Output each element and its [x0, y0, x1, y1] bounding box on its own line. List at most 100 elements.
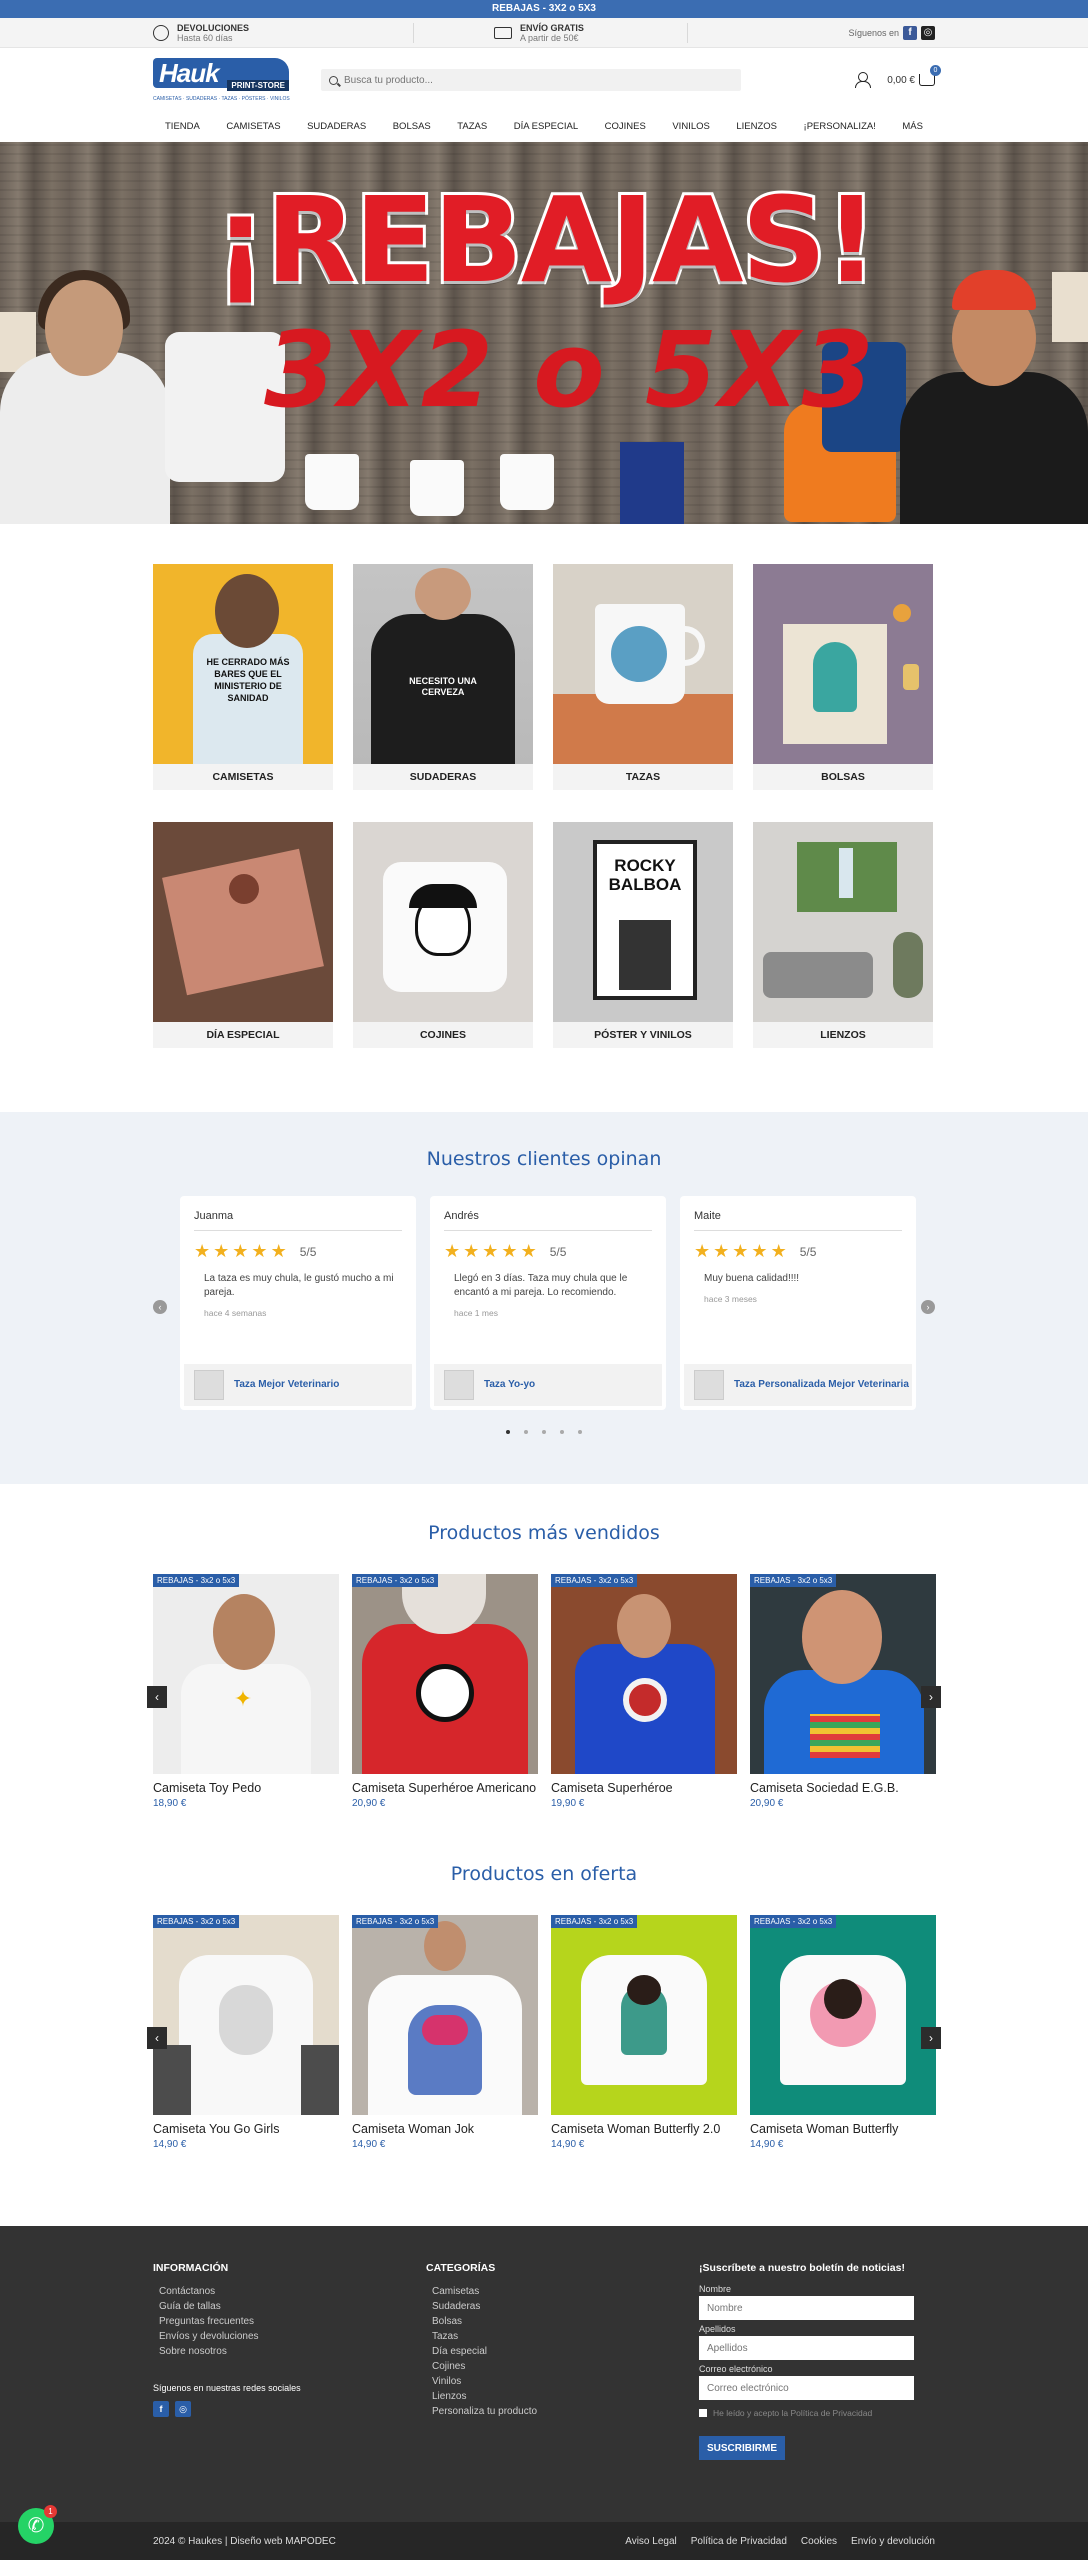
- category-card-dia-especial[interactable]: Día especial: [153, 822, 333, 1048]
- search-input[interactable]: [344, 74, 724, 86]
- footer-link[interactable]: Envíos y devoluciones: [153, 2329, 426, 2344]
- legal-link[interactable]: Cookies: [801, 2536, 837, 2547]
- legal-link[interactable]: Envío y devolución: [851, 2536, 935, 2547]
- hero-banner[interactable]: ¡REBAJAS! 3X2 o 5X3: [0, 142, 1088, 524]
- category-image: NECESITO UNA CERVEZA: [353, 564, 533, 764]
- product-image[interactable]: REBAJAS - 3x2 o 5x3: [551, 1915, 737, 2115]
- search-icon[interactable]: [329, 75, 338, 85]
- name-field[interactable]: [699, 2296, 914, 2320]
- nav-item-dia-especial[interactable]: Día especial: [514, 112, 578, 142]
- category-card-cojines[interactable]: Cojines: [353, 822, 533, 1048]
- product-name[interactable]: Camiseta Woman Butterfly 2.0: [551, 2123, 737, 2136]
- carousel-prev-button[interactable]: ‹: [147, 1686, 167, 1708]
- product-image[interactable]: REBAJAS - 3x2 o 5x3: [153, 1915, 339, 2115]
- truck-icon: [494, 27, 512, 39]
- nav-item-bolsas[interactable]: Bolsas: [393, 112, 431, 142]
- carousel-dot[interactable]: [578, 1430, 582, 1434]
- nav-item-personaliza[interactable]: ¡Personaliza!: [804, 112, 876, 142]
- footer-link[interactable]: Día especial: [426, 2344, 699, 2359]
- carousel-next-button[interactable]: ›: [921, 1686, 941, 1708]
- footer-link[interactable]: Cojines: [426, 2359, 699, 2374]
- footer-link[interactable]: Personaliza tu producto: [426, 2404, 699, 2419]
- footer-link[interactable]: Tazas: [426, 2329, 699, 2344]
- footer-link[interactable]: Sobre nosotros: [153, 2344, 426, 2359]
- product-name[interactable]: Camiseta Toy Pedo: [153, 1782, 339, 1795]
- product-card[interactable]: REBAJAS - 3x2 o 5x3 Camiseta Superhéroe …: [352, 1574, 538, 1809]
- product-image[interactable]: REBAJAS - 3x2 o 5x3: [352, 1915, 538, 2115]
- product-name[interactable]: Camiseta Superhéroe Americano: [352, 1782, 538, 1795]
- search-bar[interactable]: [321, 69, 741, 91]
- product-card[interactable]: REBAJAS - 3x2 o 5x3 Camiseta Woman Butte…: [551, 1915, 737, 2150]
- whatsapp-icon[interactable]: ✆: [28, 2515, 45, 2537]
- review-product[interactable]: Taza Personalizada Mejor Veterinaria: [684, 1364, 912, 1406]
- footer-link[interactable]: Bolsas: [426, 2314, 699, 2329]
- product-image[interactable]: REBAJAS - 3x2 o 5x3 ✦: [153, 1574, 339, 1774]
- product-card[interactable]: REBAJAS - 3x2 o 5x3 Camiseta Woman Butte…: [750, 1915, 936, 2150]
- product-name[interactable]: Camiseta You Go Girls: [153, 2123, 339, 2136]
- footer-link[interactable]: Contáctanos: [153, 2284, 426, 2299]
- category-card-bolsas[interactable]: Bolsas: [753, 564, 933, 790]
- nav-item-tazas[interactable]: Tazas: [457, 112, 487, 142]
- footer-link[interactable]: Camisetas: [426, 2284, 699, 2299]
- nav-item-vinilos[interactable]: Vinilos: [672, 112, 710, 142]
- facebook-icon[interactable]: f: [153, 2401, 169, 2417]
- footer-link[interactable]: Lienzos: [426, 2389, 699, 2404]
- carousel-next-button[interactable]: ›: [921, 2027, 941, 2049]
- subscribe-button[interactable]: SUSCRIBIRME: [699, 2436, 785, 2460]
- carousel-dot[interactable]: [506, 1430, 510, 1434]
- product-card[interactable]: REBAJAS - 3x2 o 5x3 Camiseta Woman Jok 1…: [352, 1915, 538, 2150]
- review-product-name[interactable]: Taza Mejor Veterinario: [234, 1379, 339, 1391]
- nav-item-cojines[interactable]: Cojines: [605, 112, 646, 142]
- carousel-prev-button[interactable]: ‹: [147, 2027, 167, 2049]
- reviews-next-arrow-icon[interactable]: ›: [921, 1300, 935, 1314]
- review-product-name[interactable]: Taza Personalizada Mejor Veterinaria: [734, 1379, 909, 1391]
- product-image[interactable]: REBAJAS - 3x2 o 5x3: [352, 1574, 538, 1774]
- user-account-icon[interactable]: [855, 72, 872, 88]
- product-image[interactable]: REBAJAS - 3x2 o 5x3: [750, 1915, 936, 2115]
- review-product-name[interactable]: Taza Yo-yo: [484, 1379, 535, 1391]
- category-card-sudaderas[interactable]: NECESITO UNA CERVEZA Sudaderas: [353, 564, 533, 790]
- legal-link[interactable]: Aviso Legal: [625, 2536, 677, 2547]
- product-name[interactable]: Camiseta Superhéroe: [551, 1782, 737, 1795]
- carousel-dot[interactable]: [560, 1430, 564, 1434]
- category-card-tazas[interactable]: Tazas: [553, 564, 733, 790]
- footer-link[interactable]: Vinilos: [426, 2374, 699, 2389]
- review-product[interactable]: Taza Mejor Veterinario: [184, 1364, 412, 1406]
- legal-link[interactable]: Política de Privacidad: [691, 2536, 787, 2547]
- cart-button[interactable]: 0,00 € 0: [887, 65, 941, 86]
- carousel-dot[interactable]: [524, 1430, 528, 1434]
- product-card[interactable]: REBAJAS - 3x2 o 5x3 ✦ Camiseta Toy Pedo …: [153, 1574, 339, 1809]
- privacy-checkbox[interactable]: [699, 2409, 707, 2417]
- reviews-prev-arrow-icon[interactable]: ‹: [153, 1300, 167, 1314]
- nav-item-camisetas[interactable]: Camisetas: [226, 112, 280, 142]
- category-card-lienzos[interactable]: Lienzos: [753, 822, 933, 1048]
- footer-link[interactable]: Preguntas frecuentes: [153, 2314, 426, 2329]
- footer-link[interactable]: Guía de tallas: [153, 2299, 426, 2314]
- cart-icon[interactable]: 0: [919, 65, 941, 86]
- product-name[interactable]: Camiseta Woman Jok: [352, 2123, 538, 2136]
- nav-item-sudaderas[interactable]: Sudaderas: [307, 112, 366, 142]
- instagram-icon[interactable]: ◎: [175, 2401, 191, 2417]
- logo[interactable]: Hauk PRINT-STORE CAMISETAS · SUDADERAS ·…: [153, 58, 291, 102]
- carousel-dot[interactable]: [542, 1430, 546, 1434]
- product-card[interactable]: REBAJAS - 3x2 o 5x3 Camiseta Superhéroe …: [551, 1574, 737, 1809]
- product-card[interactable]: REBAJAS - 3x2 o 5x3 Camiseta You Go Girl…: [153, 1915, 339, 2150]
- product-name[interactable]: Camiseta Woman Butterfly: [750, 2123, 936, 2136]
- nav-item-lienzos[interactable]: Lienzos: [736, 112, 777, 142]
- nav-item-mas[interactable]: Más: [902, 112, 923, 142]
- whatsapp-chat-button[interactable]: ✆ 1: [18, 2505, 57, 2544]
- email-field[interactable]: [699, 2376, 914, 2400]
- privacy-consent[interactable]: He leído y acepto la Política de Privaci…: [699, 2408, 935, 2418]
- surname-field[interactable]: [699, 2336, 914, 2360]
- product-card[interactable]: REBAJAS - 3x2 o 5x3 Camiseta Sociedad E.…: [750, 1574, 936, 1809]
- product-name[interactable]: Camiseta Sociedad E.G.B.: [750, 1782, 936, 1795]
- category-card-camisetas[interactable]: HE CERRADO MÁS BARES QUE EL MINISTERIO D…: [153, 564, 333, 790]
- facebook-icon[interactable]: f: [903, 26, 917, 40]
- nav-item-tienda[interactable]: Tienda: [165, 112, 200, 142]
- category-card-poster-vinilos[interactable]: ROCKY BALBOA Póster y vinilos: [553, 822, 733, 1048]
- instagram-icon[interactable]: ◎: [921, 26, 935, 40]
- product-image[interactable]: REBAJAS - 3x2 o 5x3: [750, 1574, 936, 1774]
- footer-link[interactable]: Sudaderas: [426, 2299, 699, 2314]
- product-image[interactable]: REBAJAS - 3x2 o 5x3: [551, 1574, 737, 1774]
- review-product[interactable]: Taza Yo-yo: [434, 1364, 662, 1406]
